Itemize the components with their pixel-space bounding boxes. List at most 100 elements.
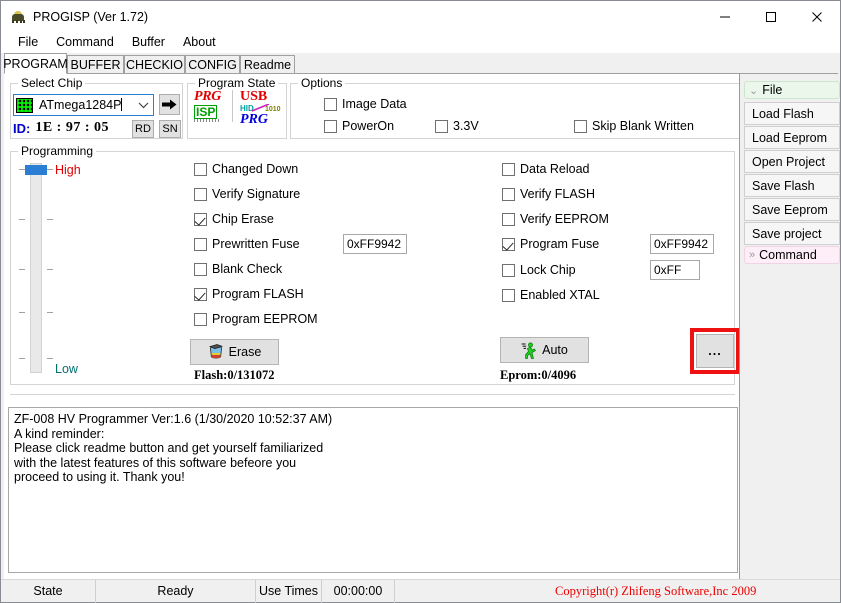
minimize-button[interactable] xyxy=(702,1,748,32)
chip-icon xyxy=(16,97,33,113)
checkbox-program-flash[interactable]: Program FLASH xyxy=(194,287,304,301)
tab-config[interactable]: CONFIG xyxy=(185,55,240,74)
checkbox-blank-check[interactable]: Blank Check xyxy=(194,262,282,276)
status-copyright: Copyright(r) Zhifeng Software,Inc 2009 xyxy=(555,583,757,598)
maximize-button[interactable] xyxy=(748,1,794,32)
sidebar-item-load-flash[interactable]: Load Flash xyxy=(744,102,840,125)
checkbox-box xyxy=(194,187,207,201)
log-line: Please click readme button and get yours… xyxy=(14,441,324,455)
chevron-down-icon[interactable] xyxy=(133,95,153,115)
status-use-times-label: Use Times xyxy=(256,579,322,603)
usb-prg-logo: USB HID 1010 PRG xyxy=(240,90,284,127)
tab-buffer[interactable]: BUFFER xyxy=(67,55,124,74)
prg-isp-logo: PRG ISP xyxy=(194,90,230,126)
sidebar-item-save-flash[interactable]: Save Flash xyxy=(744,174,840,197)
checkbox-label: Lock Chip xyxy=(520,263,576,277)
checkbox-enabled-xtal[interactable]: Enabled XTAL xyxy=(502,288,600,302)
checkbox-box xyxy=(194,312,207,326)
chip-id-display: ID: 1E : 97 : 05 xyxy=(13,119,109,137)
checkbox-label: Data Reload xyxy=(520,162,590,176)
sidebar-item-save-eeprom[interactable]: Save Eeprom xyxy=(744,198,840,221)
slider-low-label: Low xyxy=(55,362,78,376)
menu-item-file[interactable]: File xyxy=(9,33,47,52)
checkbox-lock-chip[interactable]: Lock Chip xyxy=(502,263,576,277)
window-title: PROGISP (Ver 1.72) xyxy=(33,9,149,24)
ellipsis-icon: ... xyxy=(708,344,722,358)
checkbox-box xyxy=(194,287,207,301)
chip-id-label: ID: xyxy=(13,120,31,136)
programming-group: Programming xyxy=(10,144,735,385)
more-options-button[interactable]: ... xyxy=(696,334,734,368)
checkbox-label: Skip Blank Written xyxy=(592,119,694,133)
log-line: with the latest features of this softwar… xyxy=(14,455,297,470)
close-button[interactable] xyxy=(794,1,840,32)
checkbox-box xyxy=(502,237,515,251)
checkbox-verify-eeprom[interactable]: Verify EEPROM xyxy=(502,212,609,226)
auto-button[interactable]: Auto xyxy=(500,337,589,363)
slider-thumb[interactable] xyxy=(25,165,47,175)
isp-pins-icon xyxy=(194,119,220,122)
go-chip-button[interactable] xyxy=(159,94,180,115)
usb-logo-bottom: PRG xyxy=(240,112,268,127)
lock-chip-input[interactable]: 0xFF xyxy=(650,260,700,280)
checkbox-program-eeprom[interactable]: Program EEPROM xyxy=(194,312,318,326)
read-id-button[interactable]: RD xyxy=(132,120,154,138)
checkbox-box xyxy=(502,288,515,302)
program-fuse-input[interactable]: 0xFF9942 xyxy=(650,234,714,254)
checkbox-3v3[interactable]: 3.3V xyxy=(435,119,479,133)
chevron-right-icon: » xyxy=(749,249,756,261)
menu-item-about[interactable]: About xyxy=(174,33,225,52)
checkbox-label: Verify EEPROM xyxy=(520,212,609,226)
slider-track[interactable] xyxy=(30,163,42,373)
log-line: ZF-008 HV Programmer Ver:1.6 (1/30/2020 … xyxy=(14,412,333,426)
checkbox-box xyxy=(502,263,515,277)
checkbox-verify-flash[interactable]: Verify FLASH xyxy=(502,187,595,201)
window-buttons xyxy=(702,1,840,32)
tab-program[interactable]: PROGRAM xyxy=(3,53,68,74)
checkbox-label: Verify FLASH xyxy=(520,187,596,201)
menu-item-command[interactable]: Command xyxy=(47,33,123,52)
checkbox-chip-erase[interactable]: Chip Erase xyxy=(194,212,274,226)
prg-isp-logo-bottom: ISP xyxy=(194,105,218,119)
sidebar-group-command[interactable]: » Command xyxy=(744,246,840,264)
checkbox-box xyxy=(502,162,515,176)
status-use-times-value: 00:00:00 xyxy=(322,579,395,603)
checkbox-changed-down[interactable]: Changed Down xyxy=(194,162,298,176)
checkbox-box xyxy=(194,262,207,276)
chip-select-value: ATmega1284P xyxy=(39,98,123,112)
tab-checkio[interactable]: CHECKIO xyxy=(124,55,185,74)
checkbox-poweron[interactable]: PowerOn xyxy=(324,119,394,133)
log-line: A kind reminder: xyxy=(14,426,105,441)
checkbox-label: PowerOn xyxy=(342,119,395,133)
status-state-value: Ready xyxy=(96,579,256,603)
checkbox-box xyxy=(324,119,337,133)
checkbox-label: Changed Down xyxy=(212,162,299,176)
sidebar-item-save-project[interactable]: Save project xyxy=(744,222,840,245)
serial-number-button[interactable]: SN xyxy=(159,120,181,138)
checkbox-label: Program FLASH xyxy=(212,287,304,301)
checkbox-verify-signature[interactable]: Verify Signature xyxy=(194,187,300,201)
menu-item-buffer[interactable]: Buffer xyxy=(123,33,174,52)
checkbox-image-data[interactable]: Image Data xyxy=(324,97,407,111)
sidebar-item-open-project[interactable]: Open Project xyxy=(744,150,840,173)
sidebar-item-load-eeprom[interactable]: Load Eeprom xyxy=(744,126,840,149)
title-bar: PROGISP (Ver 1.72) xyxy=(1,1,840,32)
trash-icon xyxy=(208,344,223,359)
prewritten-fuse-input[interactable]: 0xFF9942 xyxy=(343,234,407,254)
voltage-slider[interactable] xyxy=(16,163,56,373)
program-state-legend: Program State xyxy=(195,76,279,90)
select-chip-legend: Select Chip xyxy=(18,76,86,90)
checkbox-label: Verify Signature xyxy=(212,187,301,201)
tab-readme[interactable]: Readme xyxy=(240,55,295,74)
message-log[interactable]: ZF-008 HV Programmer Ver:1.6 (1/30/2020 … xyxy=(8,407,738,573)
checkbox-label: Blank Check xyxy=(212,262,283,276)
chip-select-combobox[interactable]: ATmega1284P xyxy=(13,94,154,116)
checkbox-program-fuse[interactable]: Program Fuse xyxy=(502,237,599,251)
tab-strip: PROGRAM BUFFER CHECKIO CONFIG Readme xyxy=(3,53,838,74)
checkbox-prewritten-fuse[interactable]: Prewritten Fuse xyxy=(194,237,300,251)
checkbox-data-reload[interactable]: Data Reload xyxy=(502,162,590,176)
sidebar-group-file[interactable]: ⌄ File xyxy=(744,81,840,99)
prg-isp-logo-top: PRG xyxy=(194,89,222,104)
checkbox-skip-blank-written[interactable]: Skip Blank Written xyxy=(574,119,694,133)
erase-button[interactable]: Erase xyxy=(190,339,279,365)
